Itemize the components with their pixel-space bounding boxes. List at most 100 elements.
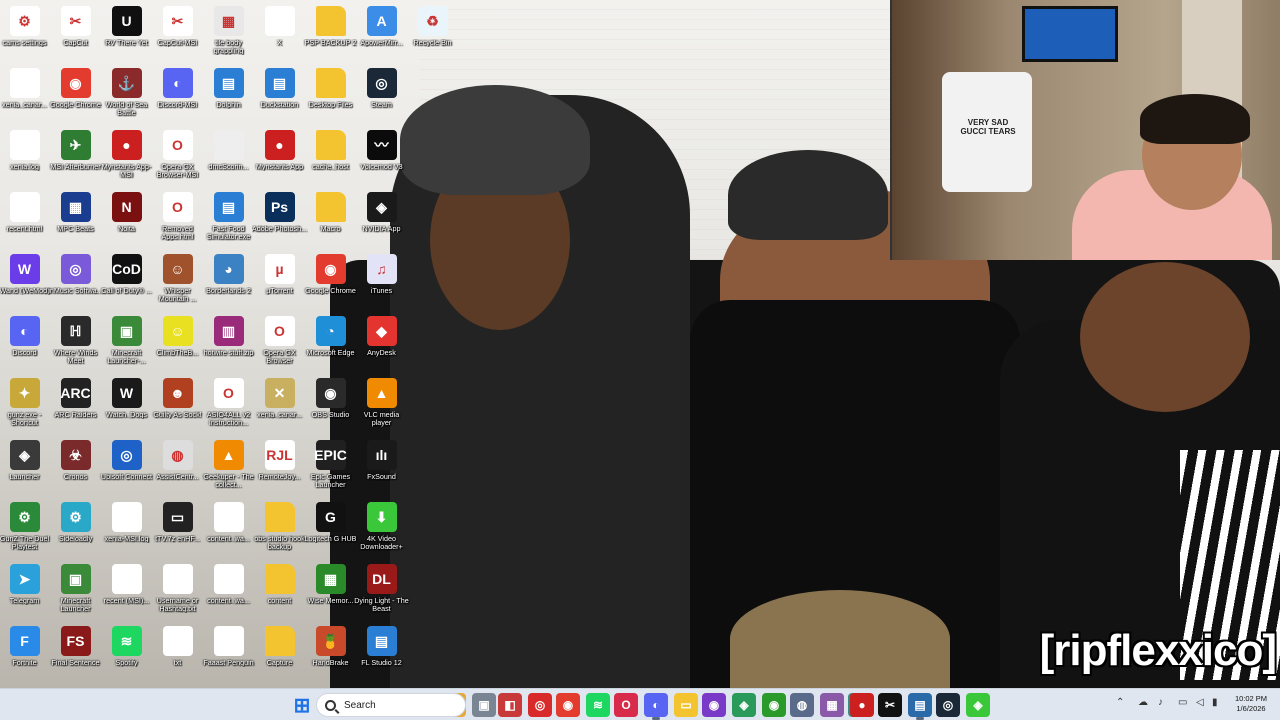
desktop-icon[interactable]: ▲ Geekuper - The collect...	[203, 436, 254, 496]
desktop-icon[interactable]: ◎ Steam	[356, 64, 407, 124]
desktop-icon[interactable]: DL Dying Light - The Beast	[354, 560, 409, 620]
desktop-icon[interactable]: ▤ FL Studio 12	[356, 622, 407, 682]
app-icon[interactable]: ◉	[702, 693, 726, 717]
desktop-icon[interactable]: ≋ Spotify	[101, 622, 152, 682]
desktop-icon[interactable]: Desktop Files	[305, 64, 356, 124]
desktop-icon[interactable]: ⚙ cams settings	[0, 2, 50, 62]
start-icon[interactable]: ⊞	[290, 693, 314, 717]
desktop-icon[interactable]: CoD Call of Duty® ...	[101, 250, 152, 310]
desktop-icon[interactable]: ◎ inMusic Softwa...	[48, 250, 103, 310]
desktop-icon[interactable]: ▦ Wise Memor...	[305, 560, 356, 620]
desktop-icon[interactable]: EPIC Epic Games Launcher	[305, 436, 356, 496]
desktop-icon[interactable]: X	[254, 2, 305, 62]
desktop-icon[interactable]: O Removed Apps.html	[152, 188, 203, 248]
desktop-icon[interactable]: ℍ Where Winds Meet	[50, 312, 101, 372]
tray-network-icon[interactable]: ▭	[1178, 697, 1187, 708]
desktop-icon[interactable]: Ps Adobe Photosh...	[252, 188, 307, 248]
desktop-icon[interactable]: xenia-MSI.log	[101, 498, 152, 558]
desktop-icon[interactable]: ● Mynstants App-MSI	[101, 126, 152, 186]
desktop-icon[interactable]: obs studio hook backup	[254, 498, 305, 558]
desktop-icon[interactable]: O Opera GX Browser-MSI	[152, 126, 203, 186]
spotify-icon[interactable]: ≋	[586, 693, 610, 717]
desktop-icon[interactable]: ▲ VLC media player	[356, 374, 407, 434]
desktop-icon[interactable]: U RV There Yet	[101, 2, 152, 62]
desktop-icon[interactable]: µ µTorrent	[254, 250, 305, 310]
desktop-icon[interactable]: ● Mynstants App	[254, 126, 305, 186]
desktop-icon[interactable]: ▦ tile body grappling	[203, 2, 254, 62]
steam-icon[interactable]: ◎	[936, 693, 960, 717]
app-icon[interactable]: ◈	[732, 693, 756, 717]
desktop-icon[interactable]: ☻ Guilty As Sock!	[152, 374, 203, 434]
desktop-icon[interactable]: ✂ CapCut-MSI	[152, 2, 203, 62]
desktop-icon[interactable]: ◉ OBS Studio	[305, 374, 356, 434]
desktop-icon[interactable]: ⚓ World of Sea Battle	[101, 64, 152, 124]
desktop-icon[interactable]: dmcScorin...	[203, 126, 254, 186]
app-icon[interactable]: ▤	[908, 693, 932, 720]
desktop-icon[interactable]: ⚙ Sideloadly	[50, 498, 101, 558]
desktop-icon[interactable]: content_wa...	[203, 498, 254, 558]
desktop-icon[interactable]: N Noita	[101, 188, 152, 248]
desktop-icon[interactable]: ✂ CapCut	[50, 2, 101, 62]
desktop-icon[interactable]: ♫ iTunes	[356, 250, 407, 310]
desktop-icon[interactable]: ☺ ClimbTheB...	[152, 312, 203, 372]
file-explorer-icon[interactable]: ▭	[674, 693, 698, 717]
task-view-icon[interactable]: ▣	[472, 693, 496, 717]
desktop-icon[interactable]: ◕ Borderlands 2	[203, 250, 254, 310]
app-icon[interactable]: ◎	[528, 693, 552, 717]
desktop-icon[interactable]: xenia.log	[0, 126, 50, 186]
desktop-icon[interactable]: ✈ MSI Afterburner	[50, 126, 101, 186]
desktop-icon[interactable]: ◎ Ubisoft Connect	[101, 436, 152, 496]
desktop-icon[interactable]: G Logitech G HUB	[305, 498, 356, 558]
mynstants-icon[interactable]: ●	[850, 693, 874, 717]
desktop-icon[interactable]: ◐ Discord	[0, 312, 50, 372]
taskbar-clock[interactable]: 10:02 PM 1/6/2026	[1226, 694, 1276, 714]
desktop-icon[interactable]: ◍ AssistCentr...	[152, 436, 203, 496]
desktop-icon[interactable]: Username or Hashtag.txt	[152, 560, 203, 620]
chrome-icon[interactable]: ◉	[556, 693, 580, 717]
tray-volume-icon[interactable]: ◁	[1196, 697, 1204, 708]
desktop-icon[interactable]: ◔ Microsoft Edge	[305, 312, 356, 372]
desktop-icon[interactable]: xenia_canar...	[0, 64, 50, 124]
desktop-icon[interactable]: RJL RemoteJoy...	[254, 436, 305, 496]
desktop-icon[interactable]: ▦ MPC Beats	[50, 188, 101, 248]
desktop-icon[interactable]: 〰 Voicemod V3	[356, 126, 407, 186]
discord-icon[interactable]: ◐	[644, 693, 668, 720]
desktop-icon[interactable]: ✦ gunz.exe - Shortcut	[0, 374, 50, 434]
desktop-icon[interactable]: ◉ Google Chrome	[305, 250, 356, 310]
xbox-icon[interactable]: ◉	[762, 693, 786, 717]
desktop-icon[interactable]: FS Final Sentence	[50, 622, 101, 682]
tray-battery-icon[interactable]: ▮	[1212, 697, 1218, 708]
desktop-icon[interactable]: ARC ARC Raiders	[50, 374, 101, 434]
desktop-icon[interactable]: W Watch_Dogs	[101, 374, 152, 434]
desktop-icon[interactable]: Macro	[305, 188, 356, 248]
desktop-icon[interactable]: ▤ Duckstation	[254, 64, 305, 124]
desktop-icon[interactable]: W Wand (WeMod)	[0, 250, 50, 310]
desktop-icon[interactable]: ▣ Minecraft Launcher	[50, 560, 101, 620]
desktop-icon[interactable]: ➤ Telegram	[0, 560, 50, 620]
desktop-icon[interactable]: ▭ tTV.7z enHF...	[152, 498, 203, 558]
desktop-icon[interactable]: recent.html	[0, 188, 50, 248]
desktop-icon[interactable]: ⬇ 4K Video Downloader+	[356, 498, 407, 558]
desktop-icon[interactable]: ▤ Fast Food Simulator.exe	[203, 188, 254, 248]
desktop-icon[interactable]: txt	[152, 622, 203, 682]
desktop-icon[interactable]: Faaast Penguin	[203, 622, 254, 682]
app-icon[interactable]: ◈	[966, 693, 990, 717]
desktop-icon[interactable]: ◈ NVIDIA App	[356, 188, 407, 248]
desktop-icon[interactable]: content_wa...	[203, 560, 254, 620]
desktop-icon[interactable]: cache_host	[305, 126, 356, 186]
desktop-icon[interactable]: ☣ Cronos	[50, 436, 101, 496]
desktop-icon[interactable]: O ASIO4ALL v2 Instruction...	[203, 374, 254, 434]
tray-mic-icon[interactable]: ♪	[1158, 697, 1163, 708]
desktop-icon[interactable]: 🍍 HandBrake	[305, 622, 356, 682]
app-icon[interactable]: ◍	[790, 693, 814, 717]
desktop-icon[interactable]: O Opera GX Browser	[254, 312, 305, 372]
desktop-icon[interactable]: ▥ hotwire stuff.zip	[203, 312, 254, 372]
tray-overflow-chevron-icon[interactable]: ⌃	[1116, 697, 1124, 708]
desktop-icon[interactable]: ◐ Discord-MSI	[152, 64, 203, 124]
desktop-icon[interactable]: ılı FxSound	[356, 436, 407, 496]
app-icon[interactable]: ▦	[820, 693, 844, 717]
desktop-icon[interactable]: ◈ Launcher	[0, 436, 50, 496]
desktop-icon[interactable]: Capture	[254, 622, 305, 682]
desktop-icon[interactable]: content	[254, 560, 305, 620]
desktop-icon[interactable]: ◉ Google Chrome	[50, 64, 101, 124]
